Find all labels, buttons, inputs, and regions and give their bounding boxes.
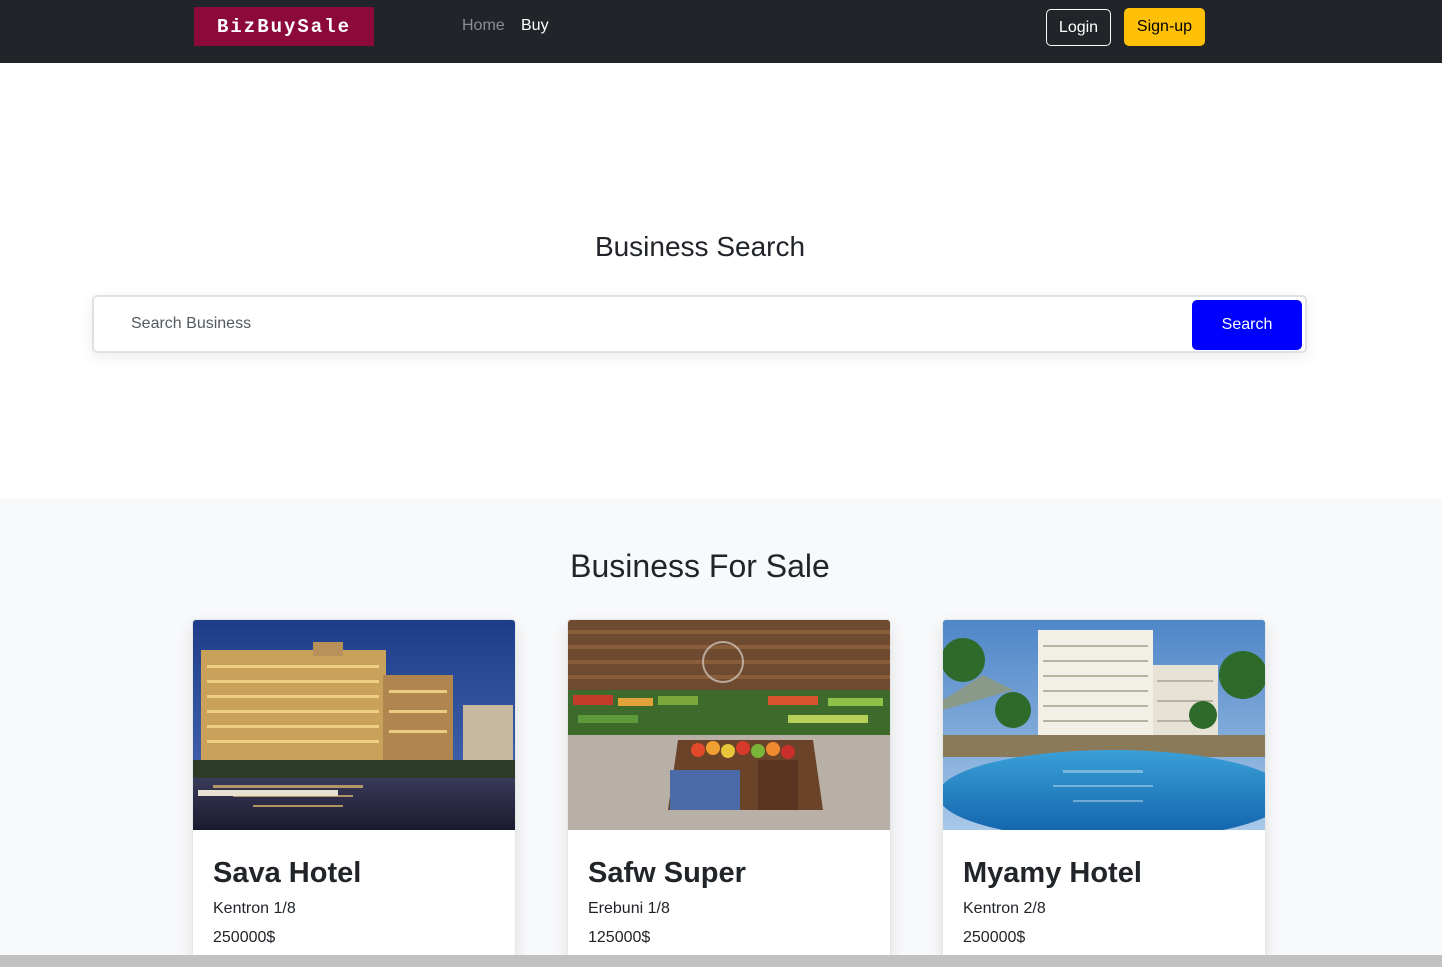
listing-name[interactable]: Safw Super [588, 856, 746, 890]
listing-price: 125000$ [588, 929, 651, 946]
navbar: BizBuySale Home Buy Login Sign-up [0, 0, 1442, 63]
listing-name[interactable]: Myamy Hotel [963, 856, 1142, 890]
search-button[interactable]: Search [1192, 300, 1302, 350]
listing-location: Erebuni 1/8 [588, 900, 670, 917]
supermarket-icon [568, 620, 890, 830]
nav-link-home[interactable]: Home [462, 16, 505, 36]
business-for-sale-section: Business For Sale Sava Hotel Kentron 1/8… [0, 498, 1442, 967]
listing-location: Kentron 1/8 [213, 900, 296, 917]
resort-pool-icon [943, 620, 1265, 830]
scrollbar-thumb[interactable] [0, 955, 1442, 967]
listing-card[interactable]: Safw Super Erebuni 1/8 125000$ [567, 619, 891, 959]
hotel-night-icon [193, 620, 515, 830]
brand-logo[interactable]: BizBuySale [194, 7, 374, 46]
business-for-sale-title: Business For Sale [570, 548, 830, 584]
listing-location: Kentron 2/8 [963, 900, 1046, 917]
business-search-title: Business Search [594, 231, 806, 262]
search-input[interactable] [114, 305, 1184, 343]
nav-link-buy[interactable]: Buy [521, 16, 549, 36]
listing-card[interactable]: Sava Hotel Kentron 1/8 250000$ [192, 619, 516, 959]
listing-name[interactable]: Sava Hotel [213, 856, 361, 890]
login-button[interactable]: Login [1046, 9, 1111, 46]
search-bar: Search [92, 295, 1307, 353]
horizontal-scrollbar[interactable] [0, 955, 1442, 967]
listing-price: 250000$ [963, 929, 1026, 946]
listing-price: 250000$ [213, 929, 276, 946]
signup-button[interactable]: Sign-up [1124, 8, 1205, 46]
listing-card[interactable]: Myamy Hotel Kentron 2/8 250000$ [942, 619, 1266, 959]
